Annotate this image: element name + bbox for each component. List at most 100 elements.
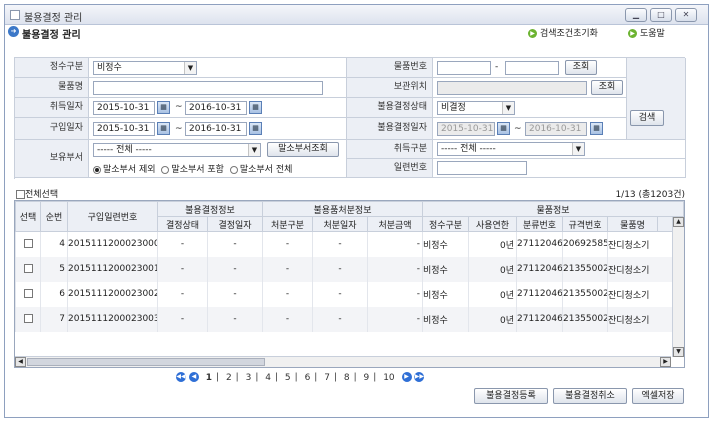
result-grid: 선택 순번 구입일련번호 불용결정정보 불용품처분정보 물품정보 결정상태 결정…: [14, 200, 685, 368]
last-page-icon[interactable]: ▶▶: [414, 372, 425, 382]
row-disposal-type: -: [262, 281, 313, 307]
scroll-down-icon[interactable]: ▼: [673, 347, 684, 357]
register-decision-button[interactable]: 불용결정등록: [474, 388, 548, 404]
row-disposal-type: -: [262, 256, 313, 282]
radio-all[interactable]: 말소부서 전체: [229, 165, 292, 175]
reset-search-link[interactable]: ▶ 검색조건초기화: [528, 26, 598, 39]
table-row-7[interactable]: 7 2015111200023003 - - - - - 비정수 0년 2711…: [15, 306, 684, 332]
acq-date-from[interactable]: 2015-10-31: [93, 101, 155, 115]
purchase-date-to[interactable]: 2016-10-31: [185, 122, 247, 136]
row-decision-status: -: [157, 231, 208, 257]
row-class-no: 27112046: [516, 281, 563, 307]
maximize-button[interactable]: □: [650, 8, 672, 22]
window-title: 불용결정 관리: [24, 13, 83, 24]
decision-date-to[interactable]: 2016-10-31: [525, 122, 587, 136]
window-icon: [10, 10, 20, 20]
calendar-icon[interactable]: ▦: [157, 122, 170, 135]
row-decision-status: -: [157, 306, 208, 332]
acct-type-select[interactable]: 비정수 ▼: [93, 61, 197, 75]
page-4[interactable]: 4: [265, 373, 271, 383]
scroll-thumb[interactable]: [27, 358, 265, 366]
owner-dept-select[interactable]: ----- 전체 ----- ▼: [93, 143, 261, 157]
minimize-button[interactable]: ▁: [625, 8, 647, 22]
col-decision-status[interactable]: 결정상태: [157, 216, 208, 232]
row-disposal-amount: -: [367, 256, 423, 282]
erased-dept-lookup-button[interactable]: 말소부서조회: [267, 142, 339, 157]
row-disposal-amount: -: [367, 231, 423, 257]
serial-input[interactable]: [437, 161, 527, 175]
row-decision-date: -: [207, 306, 263, 332]
page-6[interactable]: 6: [305, 373, 311, 383]
calendar-icon[interactable]: ▦: [497, 122, 510, 135]
help-link[interactable]: ▶ 도움말: [628, 26, 665, 39]
close-button[interactable]: ✕: [675, 8, 697, 22]
search-form: 정수구분 비정수 ▼ 물품번호 - 조회 검색 물품명 보관위치 조회 취득일자 …: [14, 57, 686, 179]
horizontal-scrollbar[interactable]: ◀ ▶: [15, 356, 671, 367]
scroll-left-icon[interactable]: ◀: [15, 357, 26, 367]
calendar-icon[interactable]: ▦: [249, 122, 262, 135]
item-no-input-1[interactable]: [437, 61, 491, 75]
range-tilde: ~: [175, 124, 183, 134]
row-checkbox[interactable]: [23, 314, 33, 323]
page-10[interactable]: 10: [383, 373, 394, 383]
col-disposal-type[interactable]: 처분구분: [262, 216, 313, 232]
scroll-right-icon[interactable]: ▶: [660, 357, 671, 367]
row-checkbox[interactable]: [23, 264, 33, 273]
page-9[interactable]: 9: [364, 373, 370, 383]
decision-date-from[interactable]: 2015-10-31: [437, 122, 495, 136]
storage-input[interactable]: [437, 81, 587, 95]
item-no-input-2[interactable]: [505, 61, 559, 75]
arrow-icon: ▶: [528, 29, 537, 38]
col-decision-date[interactable]: 결정일자: [207, 216, 263, 232]
page-2[interactable]: 2: [226, 373, 232, 383]
page-8[interactable]: 8: [344, 373, 350, 383]
row-checkbox[interactable]: [23, 239, 33, 249]
table-row-6[interactable]: 6 2015111200023002 - - - - - 비정수 0년 2711…: [15, 281, 684, 307]
col-spec-no[interactable]: 규격번호: [562, 216, 608, 232]
row-disposal-type: -: [262, 306, 313, 332]
decision-status-select[interactable]: 비결정 ▼: [437, 101, 515, 115]
row-checkbox[interactable]: [23, 289, 33, 298]
col-disposal-amount[interactable]: 처분금액: [367, 216, 423, 232]
first-page-icon[interactable]: ◀◀: [176, 372, 186, 382]
page-5[interactable]: 5: [285, 373, 291, 383]
item-no-lookup-button[interactable]: 조회: [565, 60, 597, 75]
row-serial: 2015111200023001: [67, 256, 158, 282]
cancel-decision-button[interactable]: 불용결정취소: [553, 388, 627, 404]
range-tilde: ~: [514, 124, 522, 134]
col-acct-type[interactable]: 정수구분: [422, 216, 469, 232]
page-1[interactable]: 1: [206, 373, 212, 383]
purchase-date-from[interactable]: 2015-10-31: [93, 122, 155, 136]
radio-exclude[interactable]: 말소부서 제외: [93, 165, 156, 175]
search-button[interactable]: 검색: [630, 110, 664, 126]
acq-date-to[interactable]: 2016-10-31: [185, 101, 247, 115]
calendar-icon[interactable]: ▦: [157, 101, 170, 114]
storage-lookup-button[interactable]: 조회: [591, 80, 623, 95]
col-serial[interactable]: 구입일련번호: [67, 201, 158, 232]
table-row-4[interactable]: 4 2015111200023000 - - - - - 비정수 0년 2711…: [15, 231, 684, 257]
calendar-icon[interactable]: ▦: [249, 101, 262, 114]
acq-type-label: 취득구분: [347, 140, 433, 159]
col-seq[interactable]: 순번: [40, 201, 68, 232]
table-row-5[interactable]: 5 2015111200023001 - - - - - 비정수 0년 2711…: [15, 256, 684, 282]
item-no-label: 물품번호: [347, 58, 433, 78]
col-class-no[interactable]: 분류번호: [516, 216, 563, 232]
calendar-icon[interactable]: ▦: [590, 122, 603, 135]
acq-type-select[interactable]: ----- 전체 ----- ▼: [437, 142, 585, 156]
prev-page-icon[interactable]: ◀: [188, 372, 199, 382]
col-disposal-date[interactable]: 처분일자: [312, 216, 368, 232]
vertical-scrollbar[interactable]: ▲ ▼: [672, 217, 684, 357]
select-all-checkbox[interactable]: 전체선택: [16, 187, 58, 200]
excel-save-button[interactable]: 엑셀저장: [632, 388, 684, 404]
col-useful-life[interactable]: 사용연한: [468, 216, 517, 232]
col-item-name[interactable]: 물품명: [607, 216, 658, 232]
col-select[interactable]: 선택: [15, 201, 41, 232]
item-name-input[interactable]: [93, 81, 323, 95]
row-serial: 2015111200023003: [67, 306, 158, 332]
dropdown-arrow-icon: ▼: [502, 102, 514, 114]
page-3[interactable]: 3: [246, 373, 252, 383]
scroll-up-icon[interactable]: ▲: [673, 217, 684, 227]
page-7[interactable]: 7: [324, 373, 330, 383]
radio-include[interactable]: 말소부서 포함: [161, 165, 224, 175]
next-page-icon[interactable]: ▶: [401, 372, 412, 382]
